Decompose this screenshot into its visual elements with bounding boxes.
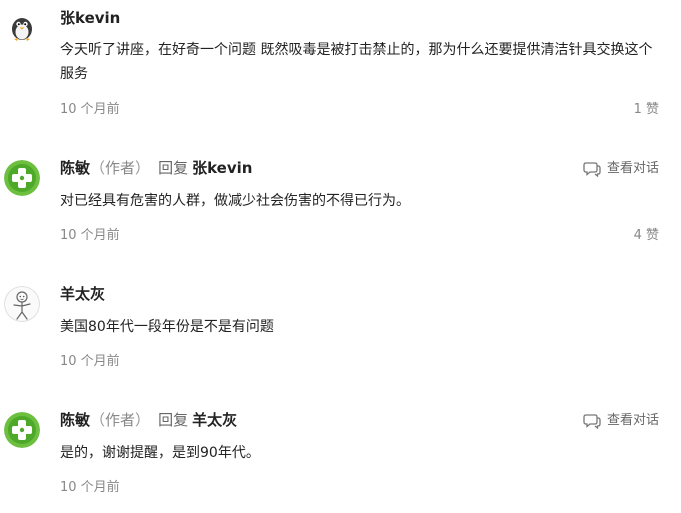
view-conversation-button[interactable]: 查看对话: [583, 412, 659, 430]
comment-time: 10 个月前: [60, 102, 120, 117]
author-name[interactable]: 陈敏: [60, 159, 90, 177]
comment-time: 10 个月前: [60, 480, 120, 495]
avatar[interactable]: [4, 8, 40, 44]
sketch-figure-avatar-icon: [4, 286, 40, 322]
view-conversation-button[interactable]: 查看对话: [583, 160, 659, 178]
reply-target-name[interactable]: 羊太灰: [192, 411, 237, 429]
avatar[interactable]: [4, 160, 40, 196]
green-cross-avatar-icon: [4, 160, 40, 196]
comment-header: 羊太灰: [60, 283, 105, 305]
author-role: 作者: [105, 159, 136, 177]
comment-text: 美国80年代一段年份是不是有问题: [60, 319, 274, 335]
avatar[interactable]: [4, 412, 40, 448]
author-name[interactable]: 羊太灰: [60, 285, 105, 303]
role-paren-open: （: [90, 411, 106, 429]
comment-text: 今天听了讲座，在好奇一个问题 既然吸毒是被打击禁止的，那为什么还要提供清洁针具交…: [60, 42, 653, 82]
view-conversation-label: 查看对话: [606, 161, 659, 176]
comment-text: 是的，谢谢提醒，是到90年代。: [60, 445, 260, 461]
view-conversation-label: 查看对话: [606, 413, 659, 428]
penguin-avatar-icon: [4, 8, 40, 44]
like-button[interactable]: 1 赞: [634, 101, 659, 119]
comment-time: 10 个月前: [60, 354, 120, 369]
role-paren-close: ）: [135, 411, 151, 429]
reply-label: 回复: [158, 159, 189, 177]
reply-label: 回复: [158, 411, 189, 429]
role-paren-close: ）: [135, 159, 151, 177]
role-paren-open: （: [90, 159, 106, 177]
avatar[interactable]: [4, 286, 40, 322]
author-role: 作者: [105, 411, 136, 429]
chat-bubble-icon: [583, 414, 601, 429]
green-cross-avatar-icon: [4, 412, 40, 448]
comment-text: 对已经具有危害的人群，做减少社会伤害的不得已行为。: [60, 193, 410, 209]
comment-header: 张kevin: [60, 7, 120, 29]
chat-bubble-icon: [583, 162, 601, 177]
reply-target-name[interactable]: 张kevin: [192, 159, 252, 177]
comment-header: 陈敏（作者） 回复 羊太灰: [60, 409, 237, 431]
author-name[interactable]: 张kevin: [60, 9, 120, 27]
like-button[interactable]: 4 赞: [634, 227, 659, 245]
comment-header: 陈敏（作者） 回复 张kevin: [60, 157, 252, 179]
comment-time: 10 个月前: [60, 228, 120, 243]
author-name[interactable]: 陈敏: [60, 411, 90, 429]
